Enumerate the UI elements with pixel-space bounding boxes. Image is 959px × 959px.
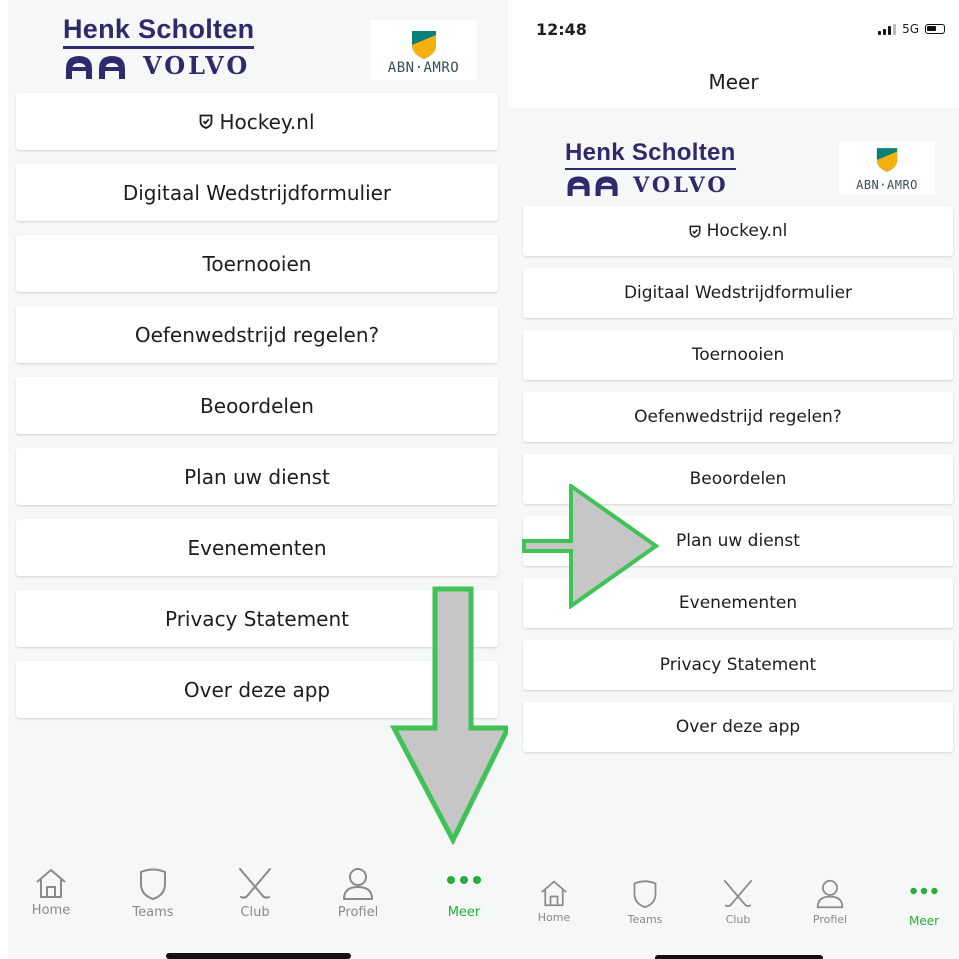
page-title: Meer [708, 70, 759, 94]
home-indicator [166, 953, 351, 959]
tab-label: Profiel [812, 913, 848, 926]
menu-item-toernooien[interactable]: Toernooien [16, 235, 498, 292]
menu-item-label: Over deze app [675, 717, 801, 737]
tab-label: Teams [627, 913, 663, 926]
signal-icon [878, 23, 897, 35]
tab-teams[interactable]: Teams [128, 867, 178, 920]
more-dots-icon [447, 876, 481, 884]
menu-item-digitaal-wedstrijdformulier[interactable]: Digitaal Wedstrijdformulier [523, 268, 953, 318]
menu-item-evenementen[interactable]: Evenementen [16, 519, 498, 576]
menu-item-privacy-statement[interactable]: Privacy Statement [523, 640, 953, 690]
tab-meer[interactable]: Meer [904, 887, 944, 928]
menu-item-toernooien[interactable]: Toernooien [523, 330, 953, 380]
tab-teams[interactable]: Teams [622, 879, 668, 926]
menu-item-label: Plan uw dienst [184, 464, 330, 489]
menu-item-beoordelen[interactable]: Beoordelen [16, 377, 498, 434]
tab-home[interactable]: Home [534, 879, 574, 924]
volvo-bridge-icon [567, 176, 618, 196]
tab-home[interactable]: Home [31, 867, 71, 918]
more-dots-icon [910, 887, 938, 895]
tab-label: Home [537, 911, 571, 924]
tab-label: Meer [447, 905, 481, 920]
abn-amro-logo[interactable]: ABN·AMRO [839, 141, 935, 195]
tab-bar: Home Teams Club Profiel Meer [8, 857, 508, 959]
tab-label: Club [725, 913, 751, 926]
menu-item-label: Oefenwedstrijd regelen? [634, 407, 842, 427]
down-arrow-annotation [389, 586, 508, 845]
tab-label: Meer [908, 914, 940, 928]
menu-item-label: Over deze app [183, 677, 331, 702]
logo-underline [63, 46, 255, 49]
crossed-sticks-icon [723, 879, 753, 907]
menu-item-label: Hockey.nl [219, 109, 315, 134]
status-time: 12:48 [536, 20, 587, 39]
tab-profiel[interactable]: Profiel [333, 867, 383, 920]
menu-item-oefenwedstrijd[interactable]: Oefenwedstrijd regelen? [16, 306, 498, 363]
menu-item-hockey-nl[interactable]: Hockey.nl [16, 93, 498, 150]
menu-item-oefenwedstrijd[interactable]: Oefenwedstrijd regelen? [523, 392, 953, 442]
abn-amro-text: ABN·AMRO [856, 178, 918, 192]
tab-label: Profiel [337, 905, 379, 920]
volvo-text: VOLVO [143, 51, 251, 80]
menu-item-label: Oefenwedstrijd regelen? [134, 322, 380, 347]
tab-club[interactable]: Club [718, 879, 758, 926]
menu-item-label: Privacy Statement [164, 606, 349, 631]
henk-scholten-volvo-logo[interactable]: Henk Scholten VOLVO [565, 139, 736, 197]
status-icons: 5G [878, 22, 945, 36]
tab-label: Teams [132, 905, 174, 920]
menu-item-plan-uw-dienst[interactable]: Plan uw dienst [16, 448, 498, 505]
tab-label: Home [31, 903, 71, 918]
right-arrow-annotation [522, 484, 660, 609]
henk-scholten-text: Henk Scholten [565, 139, 736, 166]
home-icon [36, 869, 66, 898]
menu-item-label: Toernooien [202, 251, 312, 276]
tab-label: Club [240, 905, 270, 920]
abn-shield-icon [876, 148, 898, 172]
menu-item-label: Privacy Statement [659, 655, 817, 675]
home-icon [541, 880, 567, 907]
shield-icon [140, 868, 166, 901]
abn-amro-text: ABN·AMRO [387, 60, 460, 76]
tab-bar: Home Teams Club Profiel Meer [508, 871, 959, 959]
menu-item-hockey-nl[interactable]: Hockey.nl [523, 206, 953, 256]
volvo-bridge-icon [66, 55, 125, 79]
menu-item-label: Beoordelen [200, 393, 314, 418]
menu-item-label: Hockey.nl [706, 221, 788, 241]
tab-meer[interactable]: Meer [442, 875, 486, 920]
crossed-sticks-icon [239, 868, 271, 899]
tab-profiel[interactable]: Profiel [807, 879, 853, 926]
menu-item-label: Plan uw dienst [676, 531, 800, 551]
person-icon [816, 879, 844, 909]
battery-icon [925, 24, 945, 34]
menu-item-label: Toernooien [691, 345, 785, 365]
logo-underline [565, 168, 736, 170]
right-screenshot: 12:48 5G Meer Henk Scholten VOLVO ABN·AM… [508, 0, 959, 959]
home-indicator [655, 955, 823, 959]
shield-check-icon [200, 114, 213, 129]
abn-amro-logo[interactable]: ABN·AMRO [370, 20, 477, 80]
menu-item-label: Evenementen [678, 593, 798, 613]
henk-scholten-volvo-logo[interactable]: Henk Scholten VOLVO [63, 14, 255, 80]
menu-item-over-deze-app[interactable]: Over deze app [523, 702, 953, 752]
shield-icon [633, 880, 657, 909]
shield-check-icon [689, 225, 701, 238]
henk-scholten-text: Henk Scholten [63, 14, 255, 44]
abn-shield-icon [411, 31, 436, 59]
menu-item-digitaal-wedstrijdformulier[interactable]: Digitaal Wedstrijdformulier [16, 164, 498, 221]
left-screenshot: Henk Scholten VOLVO ABN·AMRO Hockey.nl D… [8, 0, 508, 959]
status-bar: 12:48 5G [508, 0, 959, 50]
tab-club[interactable]: Club [235, 867, 275, 920]
menu-item-label: Beoordelen [689, 469, 787, 489]
person-icon [342, 868, 374, 900]
network-label: 5G [902, 22, 919, 36]
menu-item-label: Digitaal Wedstrijdformulier [122, 180, 392, 205]
menu-item-label: Evenementen [187, 535, 327, 560]
volvo-text: VOLVO [633, 172, 729, 197]
menu-item-label: Digitaal Wedstrijdformulier [623, 283, 853, 303]
